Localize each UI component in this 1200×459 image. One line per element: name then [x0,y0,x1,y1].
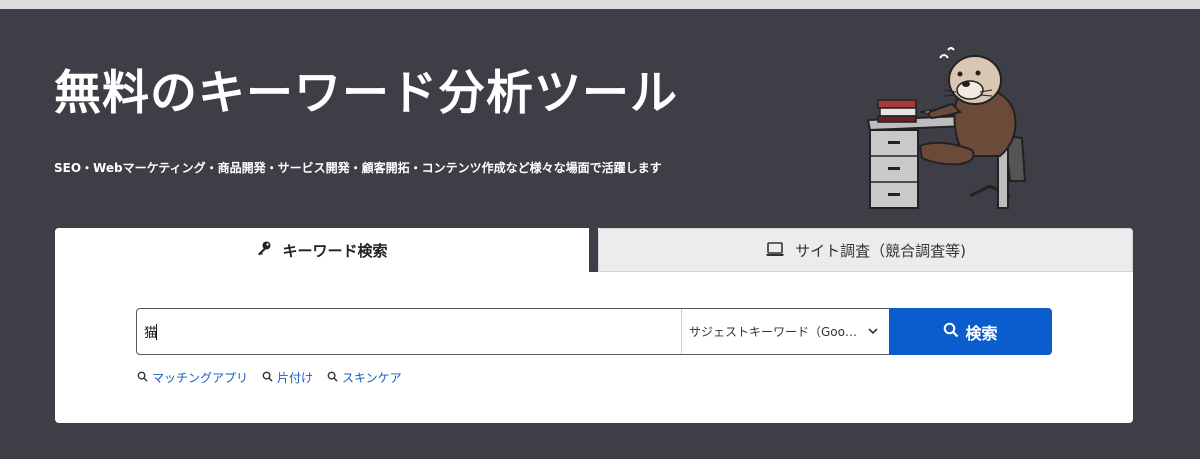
otter-mascot-illustration [866,47,1027,209]
tab-keyword-search[interactable]: キーワード検索 [55,228,589,272]
search-form: サジェストキーワード（Google サジェスト） 検索 [136,308,1052,355]
search-icon [327,371,338,385]
page-subtitle: SEO・Webマーケティング・商品開発・サービス開発・顧客開拓・コンテンツ作成な… [54,161,662,175]
search-button[interactable]: 検索 [889,308,1052,355]
page-title: 無料のキーワード分析ツール [54,66,678,121]
text-caret [156,324,157,340]
suggestion-link[interactable]: スキンケア [327,369,402,386]
browser-top-bar [0,0,1200,9]
suggestion-link[interactable]: 片付け [262,369,313,386]
chevron-down-icon [867,325,879,337]
search-mode-select[interactable]: サジェストキーワード（Google サジェスト） [681,309,889,354]
suggested-keywords: マッチングアプリ 片付け スキンケア [137,369,402,386]
search-icon [943,322,959,342]
tab-site-research-label: サイト調査（競合調査等) [795,242,966,260]
tab-keyword-search-label: キーワード検索 [282,241,388,260]
search-icon [262,371,273,385]
suggestion-link[interactable]: マッチングアプリ [137,369,248,386]
key-icon [256,240,272,260]
laptop-icon [765,241,785,261]
tab-site-research[interactable]: サイト調査（競合調査等) [598,228,1133,272]
tab-gap [589,228,598,272]
tab-underline [598,271,1133,272]
search-button-label: 検索 [965,323,998,343]
search-icon [137,371,148,385]
suggestion-label: マッチングアプリ [152,371,249,385]
search-input[interactable] [137,309,681,354]
suggestion-label: 片付け [277,371,314,385]
suggestion-label: スキンケア [342,371,402,385]
search-mode-value: サジェストキーワード（Google サジェスト） [689,325,861,339]
